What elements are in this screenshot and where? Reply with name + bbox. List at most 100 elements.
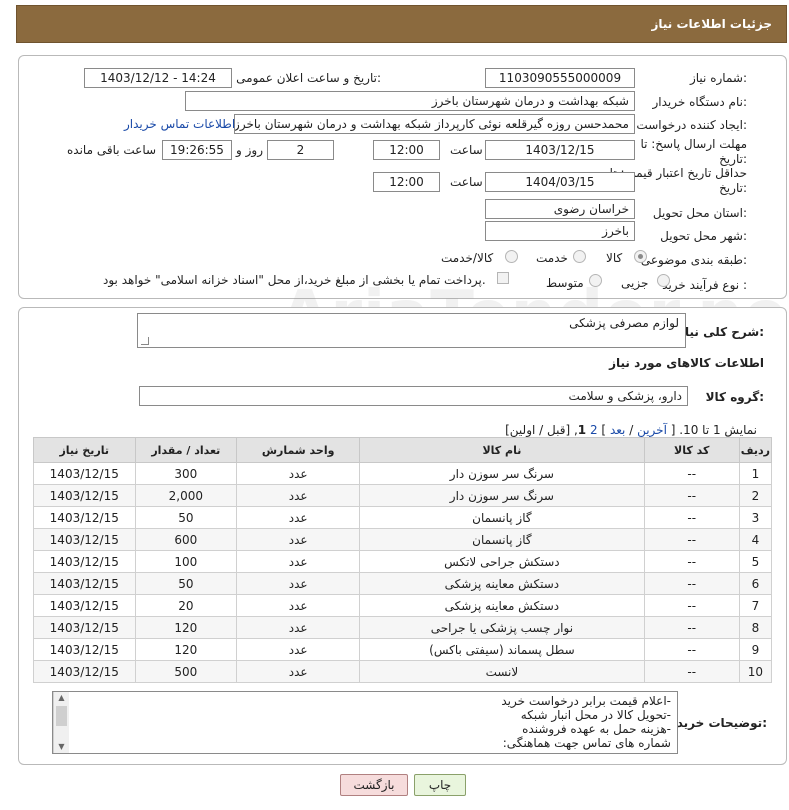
cell-need-date: 1403/12/15 — [33, 484, 136, 507]
treasury-payment-checkbox[interactable] — [497, 272, 509, 284]
cell-name: گاز پانسمان — [359, 528, 645, 551]
table-row: 3 -- گاز پانسمان عدد 50 1403/12/15 — [33, 506, 773, 529]
process-radio-minor[interactable] — [657, 274, 670, 287]
cell-name: سرنگ سر سوزن دار — [359, 484, 645, 507]
cell-quantity: 600 — [134, 528, 238, 551]
pager-last-link[interactable]: آخرین — [637, 423, 667, 437]
cell-need-date: 1403/12/15 — [33, 616, 136, 639]
back-button[interactable]: بازگشت — [340, 774, 408, 796]
cell-name: لانست — [359, 660, 645, 683]
need-number-label: شماره نیاز: — [689, 71, 747, 85]
cell-need-date: 1403/12/15 — [33, 572, 136, 595]
cell-code: -- — [643, 484, 740, 507]
notes-field: -اعلام قیمت برابر درخواست خرید -تحویل کا… — [52, 691, 678, 754]
table-row: 8 -- نوار چسب پزشکی یا جراحی عدد 120 1403/12/… — [33, 616, 773, 639]
pager-suffix: [قبل / اولین] — [505, 423, 571, 437]
city-field: باخرز — [485, 221, 635, 241]
category-radio-service[interactable] — [573, 250, 586, 263]
cell-quantity: 20 — [134, 594, 238, 617]
notes-label: توضیحات خریدار: — [665, 716, 767, 730]
col-header-row-number: ردیف — [738, 437, 773, 463]
cell-unit: عدد — [236, 594, 361, 617]
table-row: 1 -- سرنگ سر سوزن دار عدد 300 1403/12/15 — [33, 462, 773, 485]
pager-page-2-link[interactable]: 2 — [590, 423, 598, 437]
cell-code: -- — [643, 660, 740, 683]
cell-row-number: 3 — [738, 506, 773, 529]
notes-line-1: -اعلام قیمت برابر درخواست خرید — [501, 694, 671, 708]
cell-name: گاز پانسمان — [359, 506, 645, 529]
creator-label: ایجاد کننده درخواست: — [636, 118, 747, 132]
cell-quantity: 100 — [134, 550, 238, 573]
notes-line-4: شماره های تماس جهت هماهنگی: — [502, 736, 671, 750]
table-row: 9 -- سطل پسماند (سیفتی باکس) عدد 120 1403/12/… — [33, 638, 773, 661]
cell-quantity: 50 — [134, 572, 238, 595]
category-radio-goods[interactable] — [634, 250, 647, 263]
days-label: روز و — [236, 143, 263, 157]
cell-code: -- — [643, 572, 740, 595]
print-button[interactable]: چاپ — [414, 774, 466, 796]
cell-code: -- — [643, 594, 740, 617]
cell-need-date: 1403/12/15 — [33, 638, 136, 661]
items-table-body: 1 -- سرنگ سر سوزن دار عدد 300 1403/12/15 2 -- سر… — [33, 462, 773, 683]
notes-line-3: -هزینه حمل به عهده فروشنده — [522, 722, 671, 736]
col-header-need-date: تاریخ نیاز — [33, 437, 136, 463]
col-header-quantity: تعداد / مقدار — [134, 437, 238, 463]
cell-name: دستکش معاینه پزشکی — [359, 594, 645, 617]
scroll-down-icon[interactable]: ▼ — [54, 741, 69, 753]
creator-field: محمدحسن روزه گیرقلعه نوئی کارپرداز شبکه … — [234, 114, 635, 134]
cell-quantity: 300 — [134, 462, 238, 485]
cell-quantity: 50 — [134, 506, 238, 529]
items-table-header: ردیف کد کالا نام کالا واحد شمارش تعداد /… — [33, 437, 773, 463]
group-field: دارو، پزشکی و سلامت — [139, 386, 688, 406]
notes-line-2: -تحویل کالا در محل انبار شبکه — [520, 708, 671, 722]
category-radio-both[interactable] — [505, 250, 518, 263]
pager-prefix: نمایش 1 تا 10. [ — [670, 423, 757, 437]
buyer-org-field: شبکه بهداشت و درمان شهرستان باخرز — [185, 91, 635, 111]
remaining-time-field: 19:26:55 — [162, 140, 232, 160]
scroll-thumb[interactable] — [56, 706, 67, 726]
reply-deadline-label: مهلت ارسال پاسخ: تا تاریخ: — [640, 137, 747, 166]
cell-need-date: 1403/12/15 — [33, 506, 136, 529]
scroll-up-icon[interactable]: ▲ — [54, 692, 69, 704]
process-option-medium: متوسط — [546, 276, 584, 290]
cell-unit: عدد — [236, 572, 361, 595]
cell-quantity: 120 — [134, 616, 238, 639]
summary-text: لوازم مصرفی پزشکی — [569, 316, 679, 330]
province-label: استان محل تحویل: — [652, 206, 747, 220]
announce-label: تاریخ و ساعت اعلان عمومی: — [236, 71, 381, 85]
buyer-contact-link[interactable]: اطلاعات تماس خریدار — [124, 117, 235, 131]
process-option-minor: جزیی — [621, 276, 649, 290]
page-header: جزئیات اطلاعات نیاز — [16, 5, 787, 43]
summary-label: شرح کلی نیاز: — [678, 325, 764, 339]
cell-unit: عدد — [236, 506, 361, 529]
cell-need-date: 1403/12/15 — [33, 660, 136, 683]
cell-row-number: 9 — [738, 638, 773, 661]
table-row: 10 -- لانست عدد 500 1403/12/15 — [33, 660, 773, 683]
cell-quantity: 120 — [134, 638, 238, 661]
cell-row-number: 2 — [738, 484, 773, 507]
cell-code: -- — [643, 528, 740, 551]
cell-unit: عدد — [236, 660, 361, 683]
reply-time-label: ساعت — [450, 143, 483, 157]
reply-date-field: 1403/12/15 — [485, 140, 635, 160]
remaining-time-label: ساعت باقی مانده — [67, 143, 157, 157]
cell-unit: عدد — [236, 616, 361, 639]
process-radio-medium[interactable] — [589, 274, 602, 287]
need-number-field: 1103090555000009 — [485, 68, 635, 88]
cell-unit: عدد — [236, 484, 361, 507]
pager-next-link[interactable]: بعد — [610, 423, 625, 437]
items-table: ردیف کد کالا نام کالا واحد شمارش تعداد /… — [33, 437, 773, 683]
summary-field: لوازم مصرفی پزشکی — [137, 313, 686, 348]
cell-name: سرنگ سر سوزن دار — [359, 462, 645, 485]
cell-code: -- — [643, 638, 740, 661]
resize-handle-icon[interactable] — [141, 337, 149, 345]
cell-code: -- — [643, 506, 740, 529]
cell-row-number: 5 — [738, 550, 773, 573]
col-header-unit: واحد شمارش — [236, 437, 361, 463]
table-row: 2 -- سرنگ سر سوزن دار عدد 2,000 1403/12/15 — [33, 484, 773, 507]
cell-need-date: 1403/12/15 — [33, 528, 136, 551]
cell-code: -- — [643, 550, 740, 573]
category-label: طبقه بندی موضوعی: — [640, 253, 747, 267]
cell-name: دستکش معاینه پزشکی — [359, 572, 645, 595]
notes-scrollbar[interactable]: ▲ ▼ — [53, 692, 69, 753]
